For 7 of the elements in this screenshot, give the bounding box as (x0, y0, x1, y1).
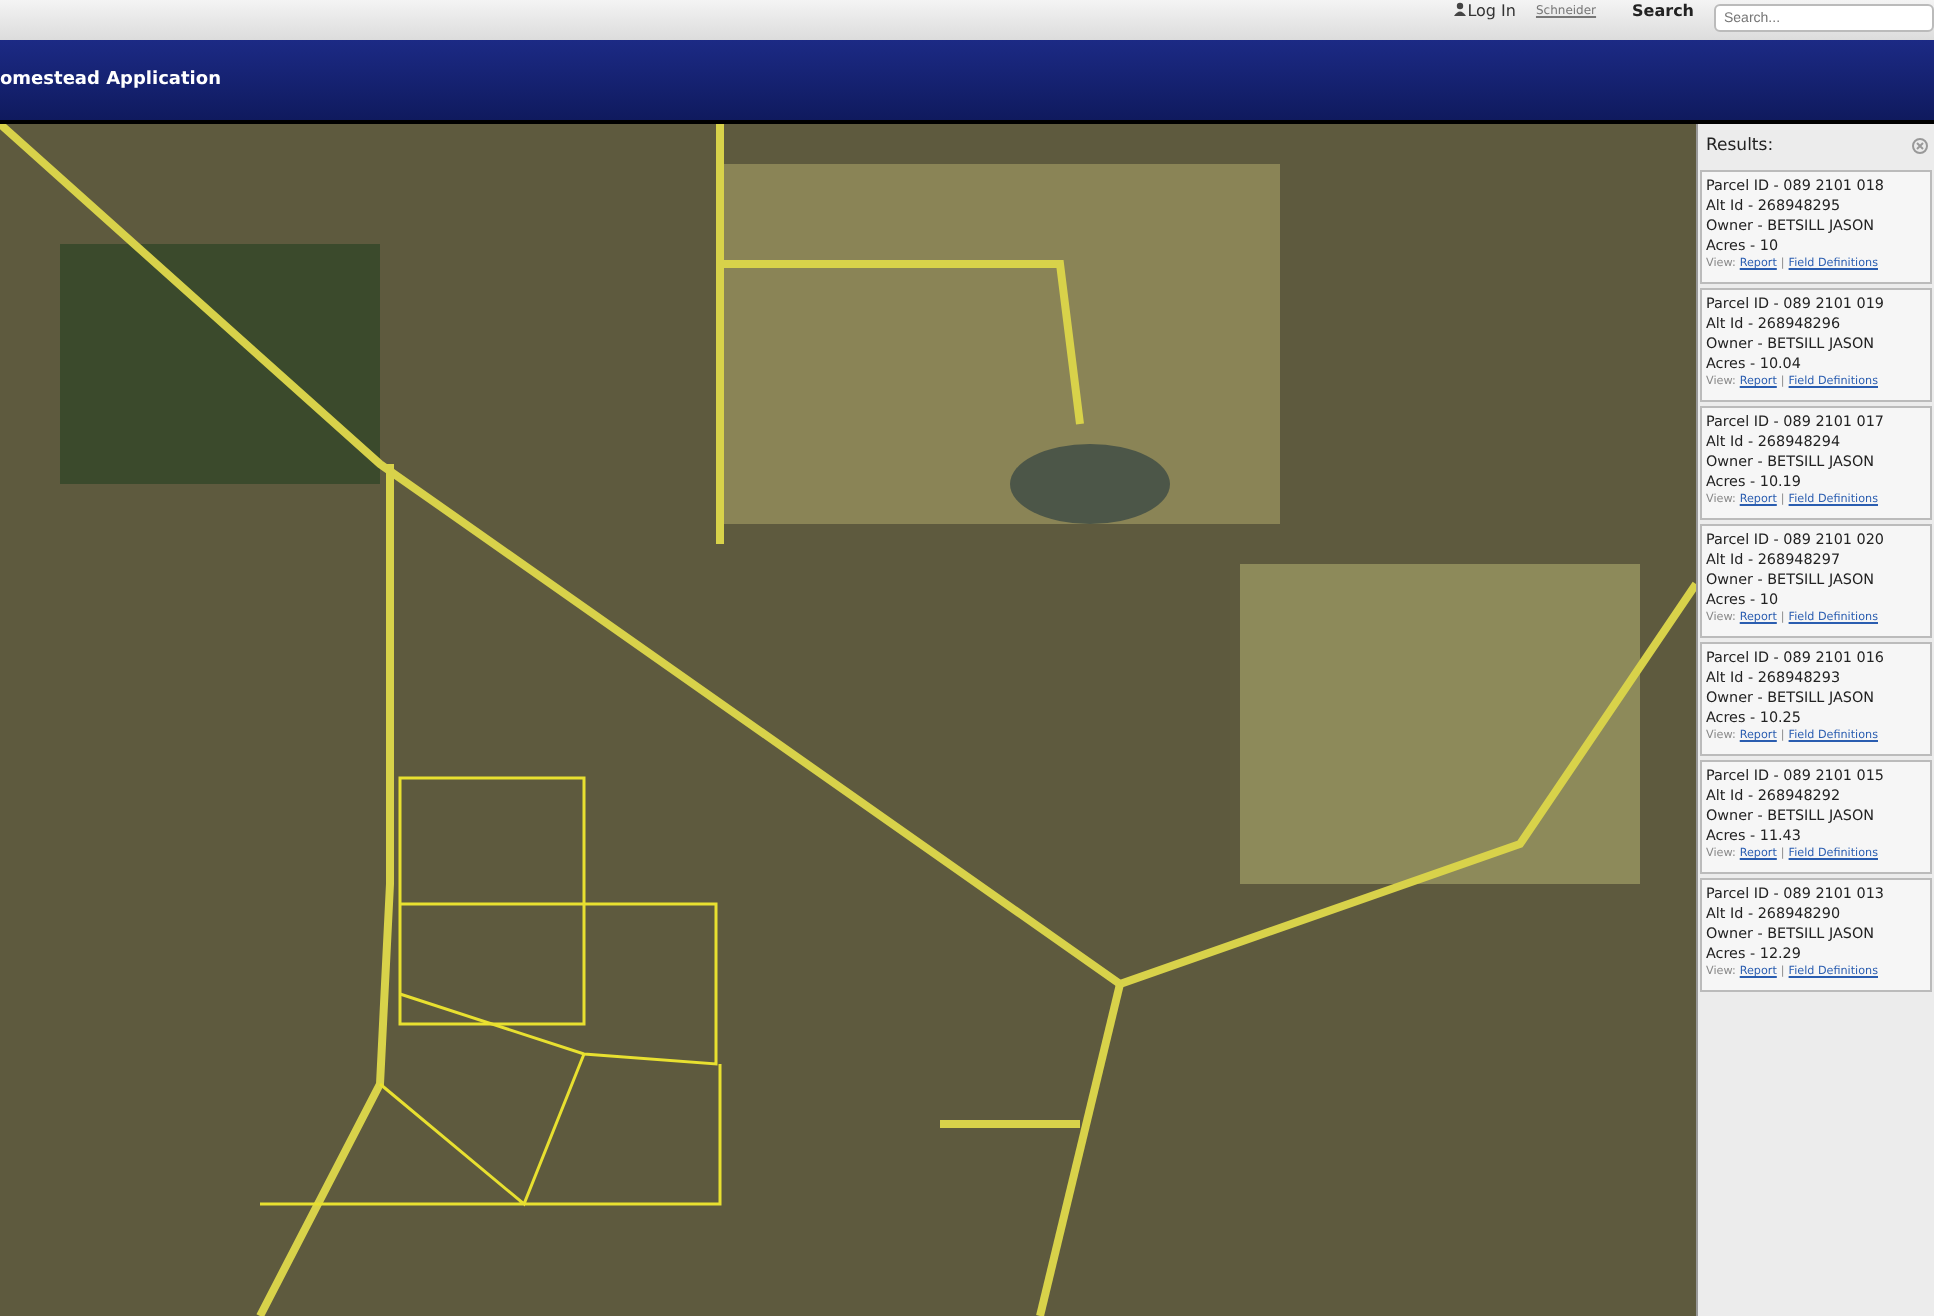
login-link[interactable]: Log In (1453, 2, 1516, 20)
app-title: omestead Application (0, 70, 221, 90)
close-icon[interactable] (1912, 138, 1928, 154)
search-label: Search (1632, 2, 1694, 20)
aerial-map-drawing[interactable] (0, 124, 1696, 1316)
results-title: Results: (1706, 136, 1774, 156)
person-icon (1453, 2, 1466, 16)
